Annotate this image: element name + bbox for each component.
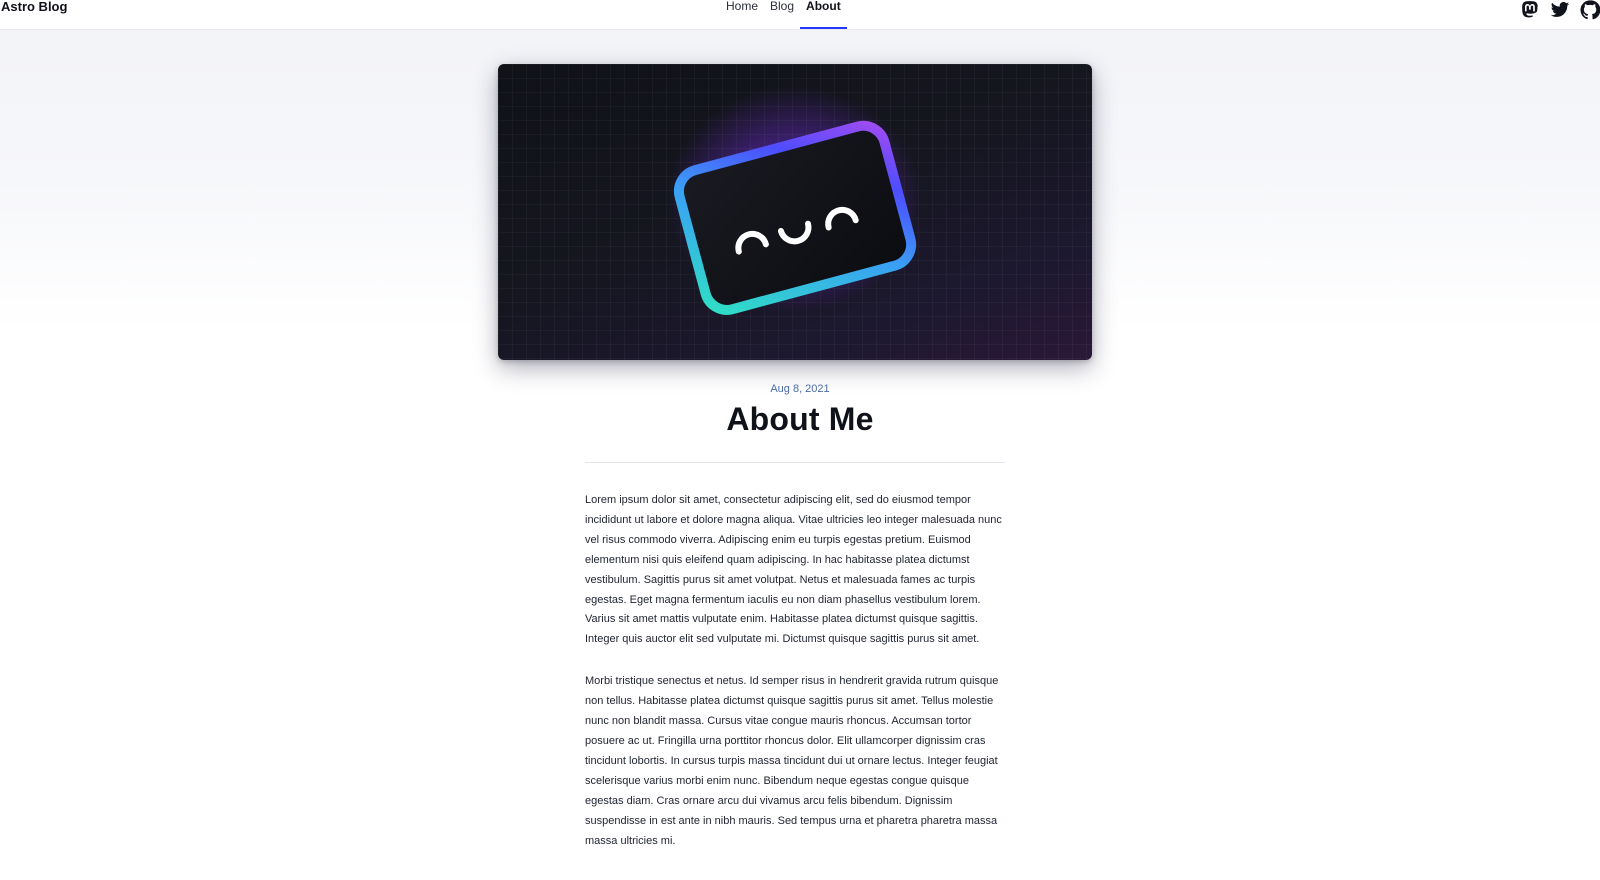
nav-about-link[interactable]: About [800,0,847,30]
site-brand-link[interactable]: Astro Blog [1,0,67,14]
page-title: About Me [726,401,874,437]
nav-blog-link[interactable]: Blog [764,0,800,30]
article-paragraph: Morbi tristique senectus et netus. Id se… [585,675,999,847]
hero-image [498,64,1092,360]
article-body: Lorem ipsum dolor sit amet, consectetur … [585,491,1009,873]
post-date: Aug 8, 2021 [770,383,830,395]
article-paragraph: Lorem ipsum dolor sit amet, consectetur … [585,494,1002,646]
smiling-face-card-illustration [673,120,917,315]
title-divider [585,462,1005,463]
twitter-icon[interactable] [1550,0,1570,20]
social-links [1520,0,1600,20]
site-header: Astro Blog Home Blog About [0,0,1600,30]
main-nav: Home Blog About [720,0,847,30]
github-icon[interactable] [1580,0,1600,20]
nav-home-link[interactable]: Home [720,0,764,30]
mastodon-icon[interactable] [1520,0,1540,20]
